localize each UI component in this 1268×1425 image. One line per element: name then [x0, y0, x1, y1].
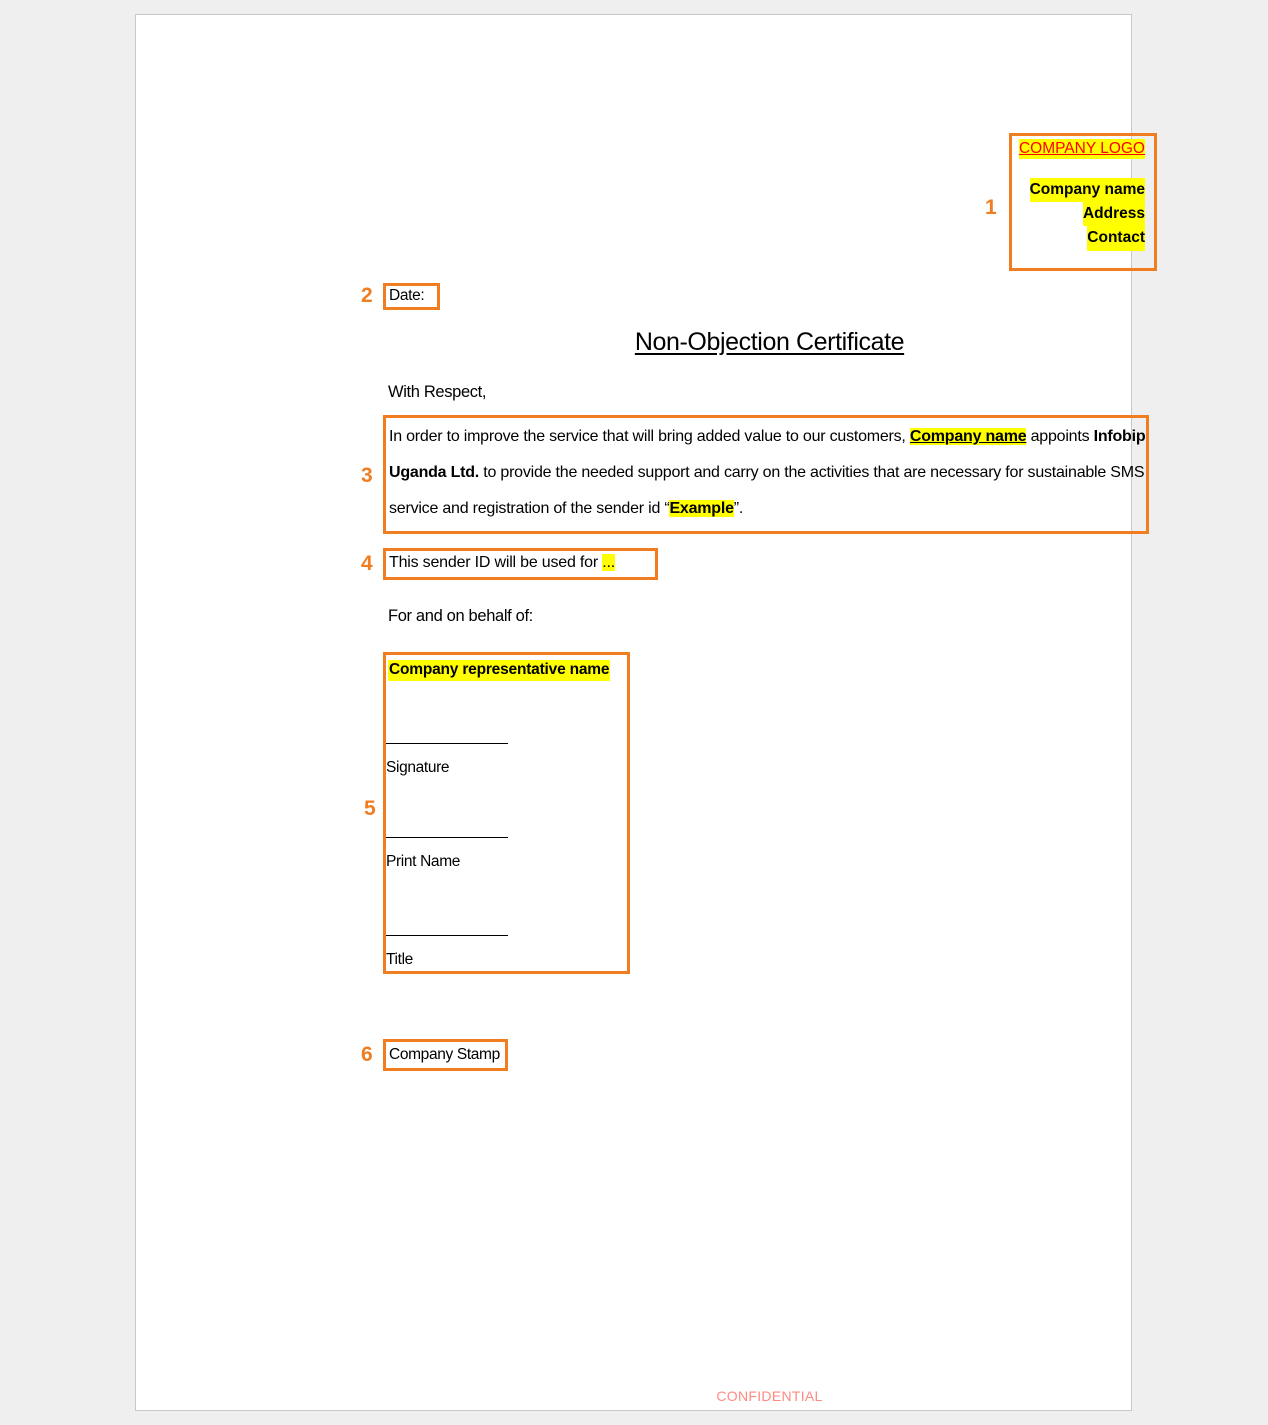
annotation-number-4: 4: [361, 552, 373, 575]
company-address-placeholder: Address: [1082, 202, 1145, 227]
print-name-label: Print Name: [386, 853, 461, 870]
footer-confidential-text: CONFIDENTIAL: [716, 1388, 823, 1404]
company-contact-row: Contact: [1015, 226, 1145, 251]
logo-spacer: [1015, 159, 1145, 178]
date-label: Date:: [389, 287, 425, 304]
behalf-of-label: For and on behalf of:: [388, 607, 533, 625]
company-name-row: Company name: [1015, 178, 1145, 203]
body-paragraph: In order to improve the service that wil…: [389, 419, 1147, 527]
company-address-row: Address: [1015, 202, 1145, 227]
print-name-line: [386, 837, 508, 838]
salutation-text: With Respect,: [388, 383, 487, 401]
annotation-box-signature-block: [383, 652, 630, 974]
sender-id-placeholder: Example: [669, 500, 734, 517]
sender-id-usage-line: This sender ID will be used for ...: [389, 554, 615, 572]
company-contact-placeholder: Contact: [1087, 226, 1145, 251]
annotation-number-2: 2: [361, 284, 373, 307]
company-stamp-label: Company Stamp: [389, 1046, 500, 1063]
signature-label: Signature: [386, 759, 450, 776]
paragraph-text-part-1: In order to improve the service that wil…: [389, 428, 910, 445]
annotation-number-1: 1: [985, 196, 997, 219]
page-title: Non-Objection Certificate: [634, 328, 905, 356]
annotation-number-6: 6: [361, 1043, 373, 1066]
sender-id-usage-text: This sender ID will be used for: [389, 554, 603, 571]
annotation-number-3: 3: [361, 464, 373, 487]
annotation-number-5: 5: [364, 797, 376, 820]
title-label: Title: [386, 951, 413, 968]
company-representative-name-placeholder: Company representative name: [388, 660, 611, 681]
company-logo-placeholder: COMPANY LOGO: [1018, 139, 1145, 160]
sender-id-usage-placeholder: ...: [602, 554, 615, 571]
company-name-placeholder: Company name: [1029, 178, 1145, 203]
company-logo-row: COMPANY LOGO: [1015, 139, 1145, 160]
paragraph-text-part-4: ”.: [733, 500, 744, 517]
paragraph-text-part-3: to provide the needed support and carry …: [389, 464, 1145, 517]
company-name-inline-placeholder: Company name: [909, 428, 1027, 445]
title-line: [386, 935, 508, 936]
paragraph-text-part-2: appoints: [1026, 428, 1094, 445]
document-page: COMPANY LOGO Company name Address Contac…: [135, 14, 1157, 1411]
company-logo-block: COMPANY LOGO Company name Address Contac…: [1015, 139, 1151, 251]
signature-line: [386, 743, 508, 744]
